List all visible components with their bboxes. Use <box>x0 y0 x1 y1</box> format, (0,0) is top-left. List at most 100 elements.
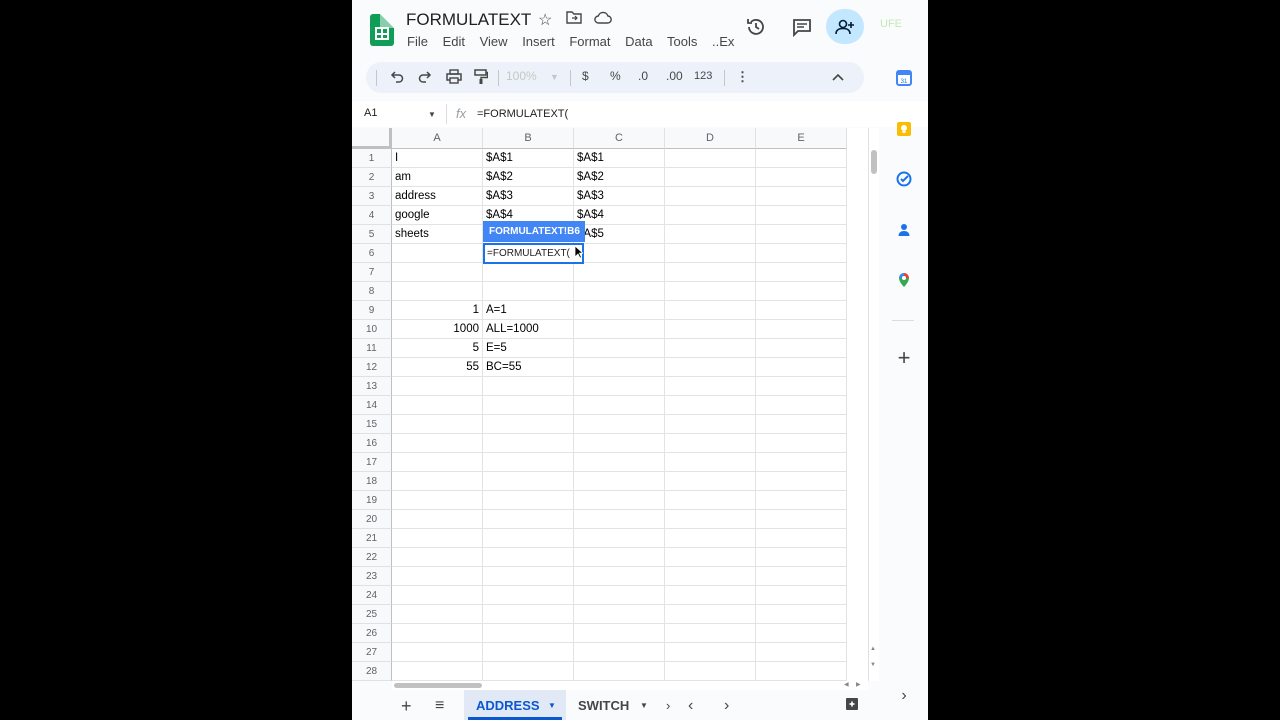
expand-side-panel-icon[interactable]: › <box>896 688 912 704</box>
scroll-tabs-left-icon[interactable]: ‹ <box>688 690 693 720</box>
row-header[interactable]: 11 <box>352 339 392 358</box>
cell-a10[interactable]: 1000 <box>392 320 483 339</box>
cell-b22[interactable] <box>483 548 574 567</box>
cell-d7[interactable] <box>665 263 756 282</box>
cell-e11[interactable] <box>756 339 847 358</box>
doc-title[interactable]: FORMULATEXT <box>406 10 531 30</box>
row-header[interactable]: 3 <box>352 187 392 206</box>
cell-d1[interactable] <box>665 149 756 168</box>
row-header[interactable]: 17 <box>352 453 392 472</box>
formula-input[interactable]: =FORMULATEXT( <box>477 108 568 120</box>
cell-b18[interactable] <box>483 472 574 491</box>
menu-insert[interactable]: Insert <box>522 34 555 49</box>
row-header[interactable]: 4 <box>352 206 392 225</box>
cell-b23[interactable] <box>483 567 574 586</box>
cell-a22[interactable] <box>392 548 483 567</box>
cell-c27[interactable] <box>574 643 665 662</box>
cell-c26[interactable] <box>574 624 665 643</box>
collapse-toolbar-icon[interactable] <box>832 69 844 84</box>
cell-d17[interactable] <box>665 453 756 472</box>
column-header-d[interactable]: D <box>665 128 756 149</box>
redo-icon[interactable] <box>418 69 432 86</box>
cell-c1[interactable]: $A$1 <box>574 149 665 168</box>
chevron-down-icon[interactable]: ▼ <box>550 72 559 82</box>
cell-c7[interactable] <box>574 263 665 282</box>
sheets-logo-icon[interactable] <box>370 14 394 46</box>
row-header[interactable]: 1 <box>352 149 392 168</box>
row-header[interactable]: 27 <box>352 643 392 662</box>
cell-c23[interactable] <box>574 567 665 586</box>
cell-d27[interactable] <box>665 643 756 662</box>
menu-file[interactable]: File <box>407 34 428 49</box>
cell-c4[interactable]: $A$4 <box>574 206 665 225</box>
cell-a16[interactable] <box>392 434 483 453</box>
cell-b13[interactable] <box>483 377 574 396</box>
print-icon[interactable] <box>446 69 462 87</box>
cell-a28[interactable] <box>392 662 483 681</box>
cell-a17[interactable] <box>392 453 483 472</box>
get-addons-icon[interactable]: + <box>896 347 912 369</box>
cell-b2[interactable]: $A$2 <box>483 168 574 187</box>
cell-c6[interactable] <box>574 244 665 263</box>
cell-e21[interactable] <box>756 529 847 548</box>
cell-a26[interactable] <box>392 624 483 643</box>
all-sheets-icon[interactable]: ≡ <box>435 690 444 720</box>
row-header[interactable]: 2 <box>352 168 392 187</box>
cell-a18[interactable] <box>392 472 483 491</box>
row-header[interactable]: 24 <box>352 586 392 605</box>
cell-c20[interactable] <box>574 510 665 529</box>
row-header[interactable]: 18 <box>352 472 392 491</box>
cell-d8[interactable] <box>665 282 756 301</box>
cell-d10[interactable] <box>665 320 756 339</box>
menu-view[interactable]: View <box>480 34 508 49</box>
zoom-select[interactable]: 100% <box>506 69 537 83</box>
vertical-scroll-thumb[interactable] <box>871 150 877 174</box>
cell-d13[interactable] <box>665 377 756 396</box>
cell-d5[interactable] <box>665 225 756 244</box>
cell-b25[interactable] <box>483 605 574 624</box>
cell-d22[interactable] <box>665 548 756 567</box>
cell-e10[interactable] <box>756 320 847 339</box>
cell-e12[interactable] <box>756 358 847 377</box>
row-header[interactable]: 15 <box>352 415 392 434</box>
cell-e4[interactable] <box>756 206 847 225</box>
cell-a5[interactable]: sheets <box>392 225 483 244</box>
cell-a11[interactable]: 5 <box>392 339 483 358</box>
cell-e16[interactable] <box>756 434 847 453</box>
row-header[interactable]: 9 <box>352 301 392 320</box>
cell-d14[interactable] <box>665 396 756 415</box>
menu-edit[interactable]: Edit <box>443 34 465 49</box>
cell-e28[interactable] <box>756 662 847 681</box>
cell-a4[interactable]: google <box>392 206 483 225</box>
name-box-dropdown-icon[interactable]: ▼ <box>428 110 436 119</box>
scroll-up-icon[interactable]: ▲ <box>870 646 876 652</box>
cell-b26[interactable] <box>483 624 574 643</box>
decrease-decimal-button[interactable]: .0 <box>638 69 648 83</box>
cell-b20[interactable] <box>483 510 574 529</box>
cell-e5[interactable] <box>756 225 847 244</box>
cell-e26[interactable] <box>756 624 847 643</box>
keep-icon[interactable] <box>896 121 912 137</box>
cell-d12[interactable] <box>665 358 756 377</box>
cell-e14[interactable] <box>756 396 847 415</box>
row-header[interactable]: 26 <box>352 624 392 643</box>
cell-e20[interactable] <box>756 510 847 529</box>
cell-b17[interactable] <box>483 453 574 472</box>
cell-d18[interactable] <box>665 472 756 491</box>
cell-c8[interactable] <box>574 282 665 301</box>
cell-e23[interactable] <box>756 567 847 586</box>
cell-b11[interactable]: E=5 <box>483 339 574 358</box>
row-header[interactable]: 6 <box>352 244 392 263</box>
scroll-tabs-right-icon[interactable]: › <box>724 690 729 720</box>
cell-e15[interactable] <box>756 415 847 434</box>
cell-c28[interactable] <box>574 662 665 681</box>
explore-icon[interactable] <box>845 690 859 720</box>
cell-b28[interactable] <box>483 662 574 681</box>
cell-e3[interactable] <box>756 187 847 206</box>
cell-d2[interactable] <box>665 168 756 187</box>
cell-a2[interactable]: am <box>392 168 483 187</box>
row-header[interactable]: 20 <box>352 510 392 529</box>
cell-d3[interactable] <box>665 187 756 206</box>
menu-data[interactable]: Data <box>625 34 652 49</box>
chevron-down-icon[interactable]: ▼ <box>640 690 648 720</box>
